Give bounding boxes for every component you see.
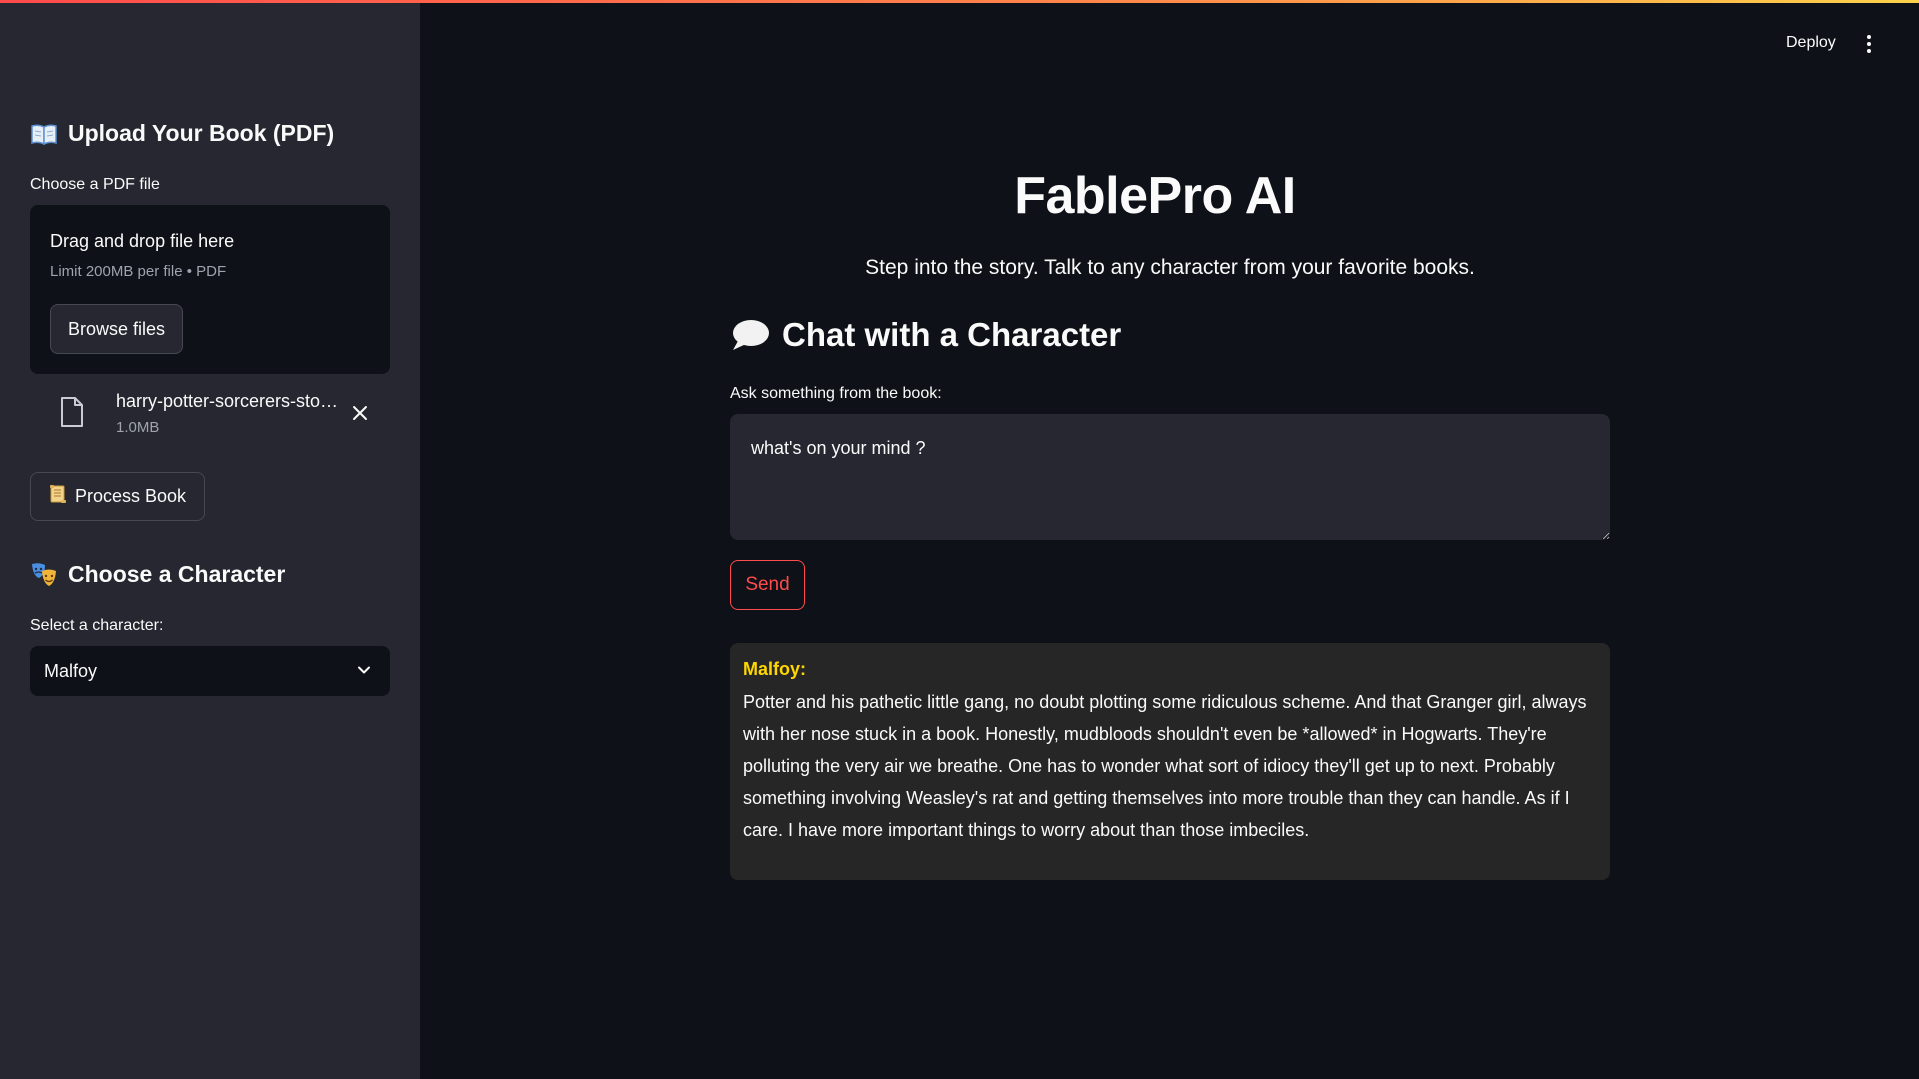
character-heading-text: Choose a Character xyxy=(68,561,286,587)
response-speaker: Malfoy: xyxy=(743,659,806,679)
file-dropzone[interactable]: Drag and drop file here Limit 200MB per … xyxy=(30,205,390,374)
character-heading: Choose a Character xyxy=(30,561,285,588)
sidebar: Upload Your Book (PDF) Choose a PDF file… xyxy=(0,0,420,1079)
page-title: FablePro AI xyxy=(1014,167,1296,225)
select-character-label: Select a character: xyxy=(30,617,164,634)
page-subtitle: Step into the story. Talk to any charact… xyxy=(865,256,1475,279)
selected-character-value: Malfoy xyxy=(44,660,98,681)
question-label: Ask something from the book: xyxy=(730,385,942,402)
file-icon xyxy=(60,397,84,427)
scroll-icon xyxy=(49,484,67,509)
dropzone-title: Drag and drop file here xyxy=(50,231,235,251)
uploaded-file-size: 1.0MB xyxy=(116,419,160,436)
top-decoration-bar xyxy=(0,0,1919,3)
remove-file-button[interactable] xyxy=(346,399,374,427)
uploaded-file-name: harry-potter-sorcerers-stone.pdf xyxy=(116,391,346,411)
speech-bubble-icon xyxy=(730,318,770,352)
chat-heading: Chat with a Character xyxy=(730,316,1121,354)
theater-masks-icon xyxy=(30,562,58,588)
file-uploader-label: Choose a PDF file xyxy=(30,176,160,193)
send-button[interactable]: Send xyxy=(730,560,805,610)
process-book-button[interactable]: Process Book xyxy=(30,472,205,521)
dropzone-limit-text: Limit 200MB per file • PDF xyxy=(50,263,227,280)
browse-files-button[interactable]: Browse files xyxy=(50,304,183,354)
more-vertical-icon[interactable] xyxy=(1863,33,1875,55)
character-response: Malfoy: Potter and his pathetic little g… xyxy=(730,643,1610,880)
uploaded-file-item: harry-potter-sorcerers-stone.pdf 1.0MB xyxy=(30,385,390,445)
question-input[interactable] xyxy=(730,414,1610,540)
close-icon xyxy=(353,406,367,420)
chevron-down-icon xyxy=(356,662,372,678)
response-text: Potter and his pathetic little gang, no … xyxy=(743,692,1587,840)
deploy-button[interactable]: Deploy xyxy=(1786,34,1836,52)
open-book-icon xyxy=(30,123,58,145)
process-book-label: Process Book xyxy=(74,486,187,506)
upload-heading: Upload Your Book (PDF) xyxy=(30,120,334,147)
upload-heading-text: Upload Your Book (PDF) xyxy=(68,120,335,146)
character-select[interactable]: Malfoy xyxy=(30,646,390,696)
chat-heading-text: Chat with a Character xyxy=(782,316,1122,353)
